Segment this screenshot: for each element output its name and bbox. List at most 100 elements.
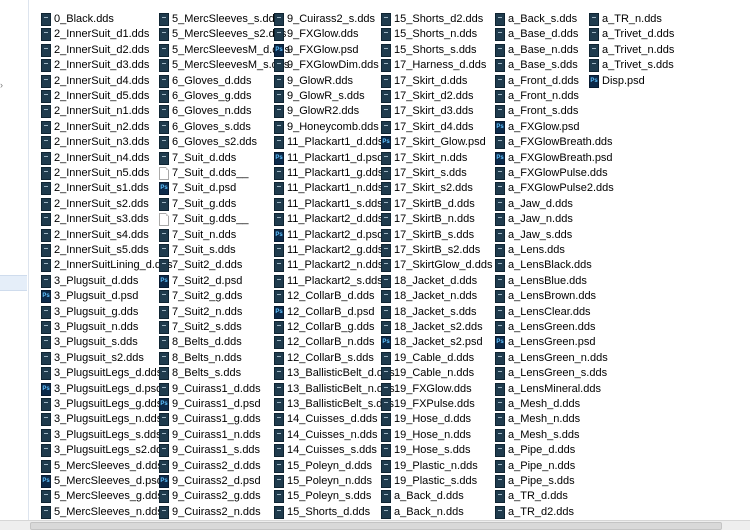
file-name: 9_FXGlow.dds: [287, 28, 359, 41]
file-name: 3_PlugsuitLegs_s2.dds: [54, 444, 168, 457]
dds-file-icon: [41, 244, 51, 257]
dds-file-icon: [41, 13, 51, 26]
dds-file-icon: [495, 28, 505, 42]
file-name: 9_GlowR_s.dds: [287, 90, 365, 102]
dds-file-icon: [41, 90, 51, 103]
file-name: 2_InnerSuit_n2.dds: [54, 120, 150, 133]
file-name: a_FXGlowPulse.dds: [508, 167, 608, 179]
dds-file-icon: [159, 490, 169, 504]
dds-file-icon: [495, 90, 505, 103]
file-name: 5_MercSleeves_d.dds: [54, 459, 163, 472]
file-name: a_FXGlowBreath.dds: [508, 136, 613, 149]
dds-file-icon: [159, 59, 169, 73]
file-name: 11_Plackart2_s.dds: [287, 274, 383, 287]
dds-file-icon: [495, 74, 505, 88]
file-name: 13_BallisticBelt_n.dds: [287, 382, 395, 395]
dds-file-icon: [274, 505, 284, 519]
dds-file-icon: [159, 74, 169, 88]
file-name: 7_Suit2_d.dds: [172, 259, 243, 272]
file-name: a_Front_s.dds: [508, 105, 579, 118]
file-name: 2_InnerSuit_s5.dds: [54, 244, 149, 256]
file-name: 11_Plackart1_g.dds: [287, 167, 384, 179]
dds-file-icon: [274, 244, 284, 257]
file-name: 19_Cable_n.dds: [394, 367, 475, 380]
dds-file-icon: [41, 459, 51, 473]
file-name: 7_Suit_n.dds: [172, 228, 237, 241]
file-name: a_Pipe_n.dds: [508, 459, 576, 472]
dds-file-icon: [41, 105, 51, 119]
file-name: 15_Poleyn_d.dds: [287, 459, 373, 472]
file-name: 2_InnerSuit_d1.dds: [54, 28, 150, 41]
psd-file-icon: Ps: [41, 382, 51, 396]
dds-file-icon: [495, 244, 505, 257]
dds-file-icon: [274, 28, 284, 42]
file-list-view[interactable]: 0_Black.dds 2_InnerSuit_d1.dds 2_InnerSuit…: [29, 0, 750, 520]
nav-selected-item[interactable]: [0, 275, 27, 291]
dds-file-icon: [159, 136, 169, 150]
dds-file-icon: [159, 13, 169, 26]
file-name: 15_Shorts_n.dds: [394, 28, 478, 41]
dds-file-icon: [159, 244, 169, 257]
nav-expand-icon[interactable]: ›: [0, 80, 3, 90]
dds-file-icon: [41, 228, 51, 242]
navigation-pane[interactable]: ›: [0, 0, 29, 529]
psd-file-icon: Ps: [159, 182, 169, 196]
file-name: 11_Plackart1_d.psd: [287, 151, 384, 164]
file-name: a_LensGreen.dds: [508, 321, 596, 333]
dds-file-icon: [495, 136, 505, 150]
dds-file-icon: [159, 459, 169, 473]
dds-file-icon: [495, 167, 505, 180]
dds-file-icon: [159, 197, 169, 211]
file-name: 3_Plugsuit_s.dds: [54, 336, 138, 349]
dds-file-icon: [274, 290, 284, 304]
file-name: 7_Suit_d.dds: [172, 151, 237, 164]
file-name: 14_Cuisses_n.dds: [287, 428, 378, 441]
file-name: 2_InnerSuit_n4.dds: [54, 151, 150, 164]
dds-file-icon: [381, 274, 391, 288]
file-name: 3_Plugsuit_n.dds: [54, 321, 139, 333]
psd-file-icon: Ps: [381, 336, 391, 350]
psd-file-icon: Ps: [159, 274, 169, 288]
dds-file-icon: [274, 120, 284, 134]
file-name: 7_Suit2_d.psd: [172, 274, 243, 287]
dds-file-icon: [159, 367, 169, 381]
dds-file-icon: [381, 367, 391, 381]
file-name: a_Trivet_n.dds: [602, 43, 675, 56]
file-name: Disp.psd: [602, 74, 645, 87]
dds-file-icon: [381, 228, 391, 242]
file-name: 7_Suit_g.dds: [172, 197, 237, 210]
dds-file-icon: [381, 490, 391, 504]
dds-file-icon: [274, 59, 284, 73]
psd-file-icon: Ps: [274, 151, 284, 165]
file-name: a_Back_d.dds: [394, 490, 464, 503]
dds-file-icon: [274, 398, 284, 411]
file-name: 11_Plackart1_n.dds: [287, 182, 384, 195]
file-name: a_Trivet_d.dds: [602, 28, 675, 41]
file-name: 9_Cuirass1_d.psd: [172, 398, 261, 410]
dds-file-icon: [381, 259, 391, 273]
dds-file-icon: [495, 228, 505, 242]
file-name: 6_Gloves_s.dds: [172, 120, 251, 133]
file-name: a_Front_d.dds: [508, 74, 579, 87]
file-name: a_Jaw_s.dds: [508, 228, 573, 241]
file-name: 3_PlugsuitLegs_d.psd: [54, 382, 163, 395]
file-name: 18_Jacket_s.dds: [394, 305, 477, 318]
file-name: 9_Cuirass2_d.psd: [172, 475, 261, 487]
dds-file-icon: [274, 490, 284, 504]
file-name: 5_MercSleeves_d.psd: [54, 475, 163, 487]
file-name: 15_Shorts_s.dds: [394, 43, 477, 56]
file-name: 19_Hose_s.dds: [394, 444, 471, 457]
file-name: a_Mesh_s.dds: [508, 428, 580, 441]
file-name: 15_Shorts_d2.dds: [394, 13, 484, 25]
file-name: 3_PlugsuitLegs_n.dds: [54, 413, 163, 426]
dds-file-icon: [159, 43, 169, 57]
file-name: 3_PlugsuitLegs_g.dds: [54, 398, 163, 410]
dds-file-icon: [381, 444, 391, 458]
dds-file-icon: [274, 382, 284, 396]
file-name: 9_Cuirass2_d.dds: [172, 459, 261, 472]
dds-file-icon: [159, 336, 169, 350]
dds-file-icon: [495, 351, 505, 365]
file-name: a_TR_d.dds: [508, 490, 568, 503]
file-name: 6_Gloves_n.dds: [172, 105, 252, 118]
dds-file-icon: [274, 351, 284, 365]
